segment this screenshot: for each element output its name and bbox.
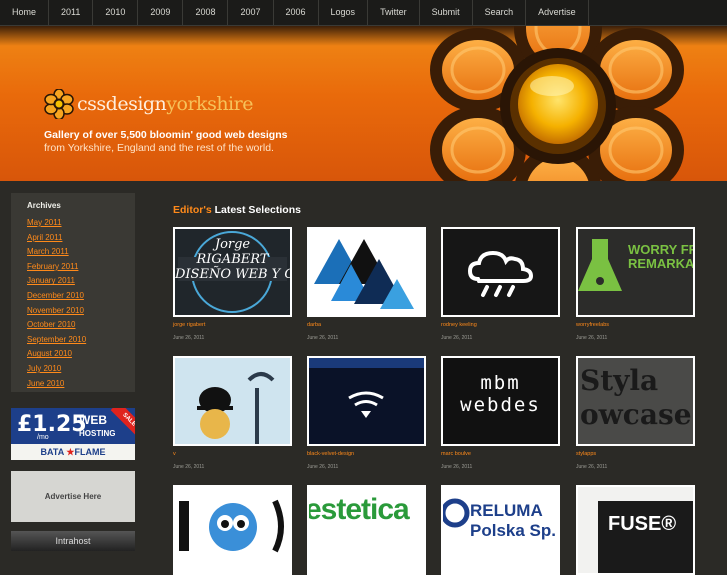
logo-css: css (77, 93, 106, 115)
nav-2006[interactable]: 2006 (274, 0, 319, 26)
nav-2007[interactable]: 2007 (228, 0, 274, 26)
nav-home[interactable]: Home (0, 0, 50, 26)
thumb-art-worryfree: WORRY FREE LABS REMARKABLE • USABLE INTE… (628, 242, 695, 271)
thumbnail-reluma[interactable]: RELUMA Polska Sp. z o.o. (441, 485, 560, 575)
ad-per-month: /mo (37, 434, 49, 441)
ad-brand-b: FLAME (74, 447, 106, 457)
thumbnail-v[interactable] (173, 356, 292, 446)
thumbnail-stylapps[interactable]: Styla owcase of the most styl (576, 356, 695, 446)
archive-link-january-2011[interactable]: January 2011 (27, 274, 86, 289)
thumb-art-reluma: RELUMA Polska Sp. z o.o. (470, 501, 556, 540)
thumb-date: June 26, 2011 (576, 335, 608, 341)
thumb-name-jorge-rigabert[interactable]: jorge rigabert (173, 322, 205, 328)
thumb-date: June 26, 2011 (307, 464, 339, 470)
nav-logos[interactable]: Logos (319, 0, 369, 26)
archive-link-november-2010[interactable]: November 2010 (27, 304, 86, 319)
thumb-date: June 26, 2011 (173, 464, 205, 470)
logo-yorkshire: yorkshire (166, 93, 253, 115)
archives-heading: Archives (27, 201, 61, 210)
thumb-name-black-velvet-design[interactable]: black-velvet-design (307, 451, 354, 457)
thumb-name-darba[interactable]: darba (307, 322, 321, 328)
thumb-name-worryfreelabs[interactable]: worryfreelabs (576, 322, 609, 328)
nav-2011[interactable]: 2011 (49, 0, 94, 26)
thumbnail-image (175, 358, 290, 444)
section-title: Editor's Latest Selections (173, 204, 301, 216)
nav-2009[interactable]: 2009 (138, 0, 184, 26)
archive-link-december-2010[interactable]: December 2010 (27, 289, 86, 304)
flower-illustration (430, 26, 684, 181)
archive-link-march-2011[interactable]: March 2011 (27, 245, 86, 260)
intrahost-ad[interactable]: Intrahost (11, 531, 135, 551)
header-banner: cssdesignyorkshire Gallery of over 5,500… (0, 26, 727, 181)
thumbnail-worryfreelabs[interactable]: WORRY FREE LABS REMARKABLE • USABLE INTE… (576, 227, 695, 317)
thumb-art-estetica: estetica (307, 493, 410, 526)
fuse-panel (598, 501, 693, 573)
thumbnail-rodney-keeling[interactable] (441, 227, 560, 317)
archive-link-april-2011[interactable]: April 2011 (27, 231, 86, 246)
thumb-art-jorge: Jorge RIGABERT DISEÑO WEB Y GRÁFICO (175, 237, 290, 282)
thumb-date: June 26, 2011 (576, 464, 608, 470)
hosting-ad-banner[interactable]: £1.25 /mo WEB HOSTING SALE BATA ★FLAME (11, 408, 135, 460)
top-nav: Home 2011 2010 2009 2008 2007 2006 Logos… (0, 0, 727, 26)
thumb-name-v[interactable]: v (173, 451, 176, 457)
archive-link-september-2010[interactable]: September 2010 (27, 333, 86, 348)
logo-design: design (105, 93, 167, 115)
thumb-date: June 26, 2011 (307, 335, 339, 341)
nav-search[interactable]: Search (473, 0, 527, 26)
wifi-icon (309, 358, 424, 444)
thumb-date: June 26, 2011 (441, 335, 473, 341)
thumbnail-image (175, 487, 290, 573)
ad-brand: BATA ★FLAME (11, 444, 135, 460)
thumbnail-black-velvet-design[interactable] (307, 356, 426, 446)
advertise-here-box[interactable]: Advertise Here (11, 471, 135, 522)
thumbnail-mascot[interactable] (173, 485, 292, 575)
archive-link-october-2010[interactable]: October 2010 (27, 318, 86, 333)
nav-2010[interactable]: 2010 (93, 0, 139, 26)
site-logo[interactable]: cssdesignyorkshire (44, 89, 253, 119)
thumbnail-estetica[interactable]: estetica (307, 485, 426, 575)
section-title-rest: Latest Selections (214, 204, 301, 216)
nav-submit[interactable]: Submit (420, 0, 473, 26)
flower-logo-icon (44, 89, 74, 119)
ad-brand-a: BATA (40, 447, 64, 457)
thumb-name-marc-boulve[interactable]: marc boulve (441, 451, 471, 457)
archive-link-july-2010[interactable]: July 2010 (27, 362, 86, 377)
thumb-date: June 26, 2011 (441, 464, 473, 470)
thumb-name-rodney-keeling[interactable]: rodney keeling (441, 322, 477, 328)
thumbnail-marc-boulve[interactable]: mbm webdes (441, 356, 560, 446)
archive-link-august-2010[interactable]: August 2010 (27, 347, 86, 362)
thumb-date: June 26, 2011 (173, 335, 205, 341)
thumbnail-image (309, 229, 424, 315)
thumbnail-darba[interactable] (307, 227, 426, 317)
archive-link-june-2010[interactable]: June 2010 (27, 377, 86, 392)
cloud-rain-icon (443, 229, 558, 315)
tagline-headline: Gallery of over 5,500 bloomin' good web … (44, 129, 288, 141)
ad-hosting-label: HOSTING (79, 429, 116, 438)
thumbnail-fuse[interactable]: FUSE® (576, 485, 695, 575)
section-title-highlight: Editor's (173, 204, 212, 216)
logo-wordmark: cssdesignyorkshire (77, 93, 253, 115)
tagline-subline: from Yorkshire, England and the rest of … (44, 142, 274, 154)
thumb-art-styla: Styla owcase of the most styl (580, 364, 692, 431)
nav-2008[interactable]: 2008 (183, 0, 229, 26)
ad-web-label: WEB (79, 413, 107, 427)
thumbnail-jorge-rigabert[interactable]: Jorge RIGABERT DISEÑO WEB Y GRÁFICO (173, 227, 292, 317)
ad-price: £1.25 (17, 412, 87, 437)
thumb-art-mbm: mbm webdes (460, 372, 541, 416)
archives-list: May 2011 April 2011 March 2011 February … (27, 216, 86, 391)
nav-advertise[interactable]: Advertise (526, 0, 589, 26)
archive-link-february-2011[interactable]: February 2011 (27, 260, 86, 275)
archive-link-may-2011[interactable]: May 2011 (27, 216, 86, 231)
thumb-name-stylapps[interactable]: stylapps (576, 451, 596, 457)
thumb-art-fuse: FUSE® (608, 513, 677, 535)
nav-twitter[interactable]: Twitter (368, 0, 420, 26)
